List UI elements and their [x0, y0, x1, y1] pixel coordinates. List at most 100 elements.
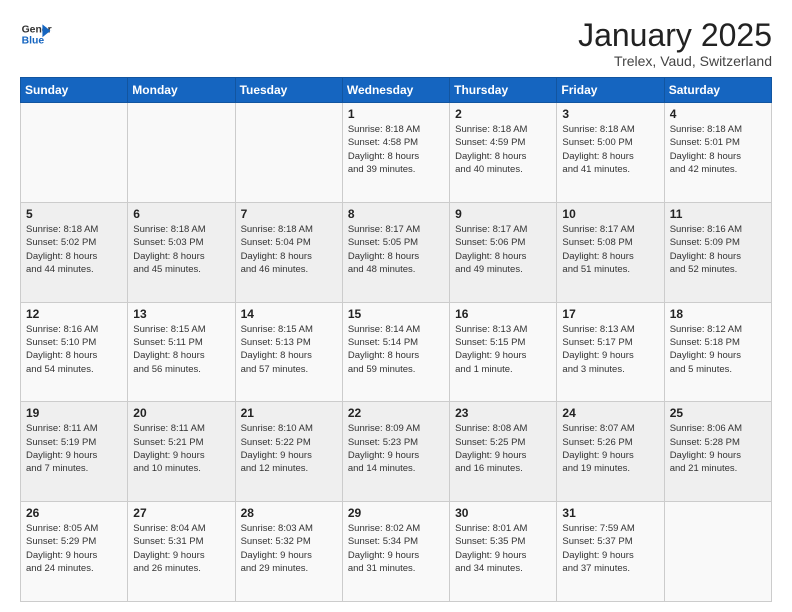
- day-info: Sunrise: 8:18 AM Sunset: 5:03 PM Dayligh…: [133, 223, 229, 276]
- table-row: 19 Sunrise: 8:11 AM Sunset: 5:19 PM Dayli…: [21, 402, 128, 502]
- day-number: 14: [241, 307, 337, 321]
- day-number: 31: [562, 506, 658, 520]
- calendar-subtitle: Trelex, Vaud, Switzerland: [578, 53, 772, 69]
- day-info: Sunrise: 8:02 AM Sunset: 5:34 PM Dayligh…: [348, 522, 444, 575]
- day-number: 5: [26, 207, 122, 221]
- page: General Blue January 2025 Trelex, Vaud, …: [0, 0, 792, 612]
- calendar-week-row: 19 Sunrise: 8:11 AM Sunset: 5:19 PM Dayli…: [21, 402, 772, 502]
- table-row: 15 Sunrise: 8:14 AM Sunset: 5:14 PM Dayli…: [342, 302, 449, 402]
- table-row: 23Sunrise: 8:08 AM Sunset: 5:25 PM Dayli…: [450, 402, 557, 502]
- header: General Blue January 2025 Trelex, Vaud, …: [20, 18, 772, 69]
- col-saturday: Saturday: [664, 78, 771, 103]
- table-row: 25Sunrise: 8:06 AM Sunset: 5:28 PM Dayli…: [664, 402, 771, 502]
- logo: General Blue: [20, 18, 52, 50]
- day-number: 9: [455, 207, 551, 221]
- day-number: 4: [670, 107, 766, 121]
- day-info: Sunrise: 8:07 AM Sunset: 5:26 PM Dayligh…: [562, 422, 658, 475]
- day-info: Sunrise: 8:13 AM Sunset: 5:17 PM Dayligh…: [562, 323, 658, 376]
- day-number: 7: [241, 207, 337, 221]
- day-info: Sunrise: 7:59 AM Sunset: 5:37 PM Dayligh…: [562, 522, 658, 575]
- day-number: 2: [455, 107, 551, 121]
- calendar-table: Sunday Monday Tuesday Wednesday Thursday…: [20, 77, 772, 602]
- col-friday: Friday: [557, 78, 664, 103]
- day-info: Sunrise: 8:13 AM Sunset: 5:15 PM Dayligh…: [455, 323, 551, 376]
- day-info: Sunrise: 8:17 AM Sunset: 5:05 PM Dayligh…: [348, 223, 444, 276]
- calendar-week-row: 26 Sunrise: 8:05 AM Sunset: 5:29 PM Dayli…: [21, 502, 772, 602]
- table-row: 4 Sunrise: 8:18 AM Sunset: 5:01 PM Daylig…: [664, 103, 771, 203]
- col-tuesday: Tuesday: [235, 78, 342, 103]
- day-info: Sunrise: 8:18 AM Sunset: 5:00 PM Dayligh…: [562, 123, 658, 176]
- table-row: 26 Sunrise: 8:05 AM Sunset: 5:29 PM Dayli…: [21, 502, 128, 602]
- table-row: 3Sunrise: 8:18 AM Sunset: 5:00 PM Daylig…: [557, 103, 664, 203]
- table-row: 22 Sunrise: 8:09 AM Sunset: 5:23 PM Dayli…: [342, 402, 449, 502]
- table-row: 31 Sunrise: 7:59 AM Sunset: 5:37 PM Dayli…: [557, 502, 664, 602]
- day-info: Sunrise: 8:10 AM Sunset: 5:22 PM Dayligh…: [241, 422, 337, 475]
- day-number: 27: [133, 506, 229, 520]
- table-row: [21, 103, 128, 203]
- table-row: 24 Sunrise: 8:07 AM Sunset: 5:26 PM Dayli…: [557, 402, 664, 502]
- svg-text:Blue: Blue: [22, 36, 45, 47]
- day-info: Sunrise: 8:08 AM Sunset: 5:25 PM Dayligh…: [455, 422, 551, 475]
- table-row: 20Sunrise: 8:11 AM Sunset: 5:21 PM Dayli…: [128, 402, 235, 502]
- day-number: 21: [241, 406, 337, 420]
- day-number: 24: [562, 406, 658, 420]
- table-row: [128, 103, 235, 203]
- table-row: 8 Sunrise: 8:17 AM Sunset: 5:05 PM Daylig…: [342, 202, 449, 302]
- day-info: Sunrise: 8:12 AM Sunset: 5:18 PM Dayligh…: [670, 323, 766, 376]
- day-info: Sunrise: 8:11 AM Sunset: 5:21 PM Dayligh…: [133, 422, 229, 475]
- table-row: 16 Sunrise: 8:13 AM Sunset: 5:15 PM Dayli…: [450, 302, 557, 402]
- col-sunday: Sunday: [21, 78, 128, 103]
- table-row: 11Sunrise: 8:16 AM Sunset: 5:09 PM Dayli…: [664, 202, 771, 302]
- day-number: 28: [241, 506, 337, 520]
- day-info: Sunrise: 8:18 AM Sunset: 5:01 PM Dayligh…: [670, 123, 766, 176]
- table-row: 10Sunrise: 8:17 AM Sunset: 5:08 PM Dayli…: [557, 202, 664, 302]
- day-number: 1: [348, 107, 444, 121]
- day-info: Sunrise: 8:04 AM Sunset: 5:31 PM Dayligh…: [133, 522, 229, 575]
- day-number: 8: [348, 207, 444, 221]
- table-row: 18 Sunrise: 8:12 AM Sunset: 5:18 PM Dayli…: [664, 302, 771, 402]
- day-info: Sunrise: 8:18 AM Sunset: 5:02 PM Dayligh…: [26, 223, 122, 276]
- table-row: 5 Sunrise: 8:18 AM Sunset: 5:02 PM Daylig…: [21, 202, 128, 302]
- table-row: 14 Sunrise: 8:15 AM Sunset: 5:13 PM Dayli…: [235, 302, 342, 402]
- table-row: 29Sunrise: 8:02 AM Sunset: 5:34 PM Dayli…: [342, 502, 449, 602]
- day-info: Sunrise: 8:16 AM Sunset: 5:10 PM Dayligh…: [26, 323, 122, 376]
- day-info: Sunrise: 8:14 AM Sunset: 5:14 PM Dayligh…: [348, 323, 444, 376]
- day-info: Sunrise: 8:18 AM Sunset: 4:59 PM Dayligh…: [455, 123, 551, 176]
- calendar-week-row: 5 Sunrise: 8:18 AM Sunset: 5:02 PM Daylig…: [21, 202, 772, 302]
- day-info: Sunrise: 8:15 AM Sunset: 5:13 PM Dayligh…: [241, 323, 337, 376]
- day-info: Sunrise: 8:09 AM Sunset: 5:23 PM Dayligh…: [348, 422, 444, 475]
- col-monday: Monday: [128, 78, 235, 103]
- day-number: 16: [455, 307, 551, 321]
- table-row: [235, 103, 342, 203]
- day-number: 22: [348, 406, 444, 420]
- calendar-title: January 2025: [578, 18, 772, 53]
- table-row: 2 Sunrise: 8:18 AM Sunset: 4:59 PM Daylig…: [450, 103, 557, 203]
- day-info: Sunrise: 8:17 AM Sunset: 5:06 PM Dayligh…: [455, 223, 551, 276]
- table-row: 27 Sunrise: 8:04 AM Sunset: 5:31 PM Dayli…: [128, 502, 235, 602]
- table-row: 12 Sunrise: 8:16 AM Sunset: 5:10 PM Dayli…: [21, 302, 128, 402]
- table-row: 7Sunrise: 8:18 AM Sunset: 5:04 PM Daylig…: [235, 202, 342, 302]
- table-row: 30Sunrise: 8:01 AM Sunset: 5:35 PM Dayli…: [450, 502, 557, 602]
- day-info: Sunrise: 8:17 AM Sunset: 5:08 PM Dayligh…: [562, 223, 658, 276]
- day-number: 19: [26, 406, 122, 420]
- day-number: 13: [133, 307, 229, 321]
- day-number: 26: [26, 506, 122, 520]
- day-number: 15: [348, 307, 444, 321]
- table-row: 13 Sunrise: 8:15 AM Sunset: 5:11 PM Dayli…: [128, 302, 235, 402]
- title-block: January 2025 Trelex, Vaud, Switzerland: [578, 18, 772, 69]
- day-number: 18: [670, 307, 766, 321]
- calendar-header-row: Sunday Monday Tuesday Wednesday Thursday…: [21, 78, 772, 103]
- day-number: 17: [562, 307, 658, 321]
- col-thursday: Thursday: [450, 78, 557, 103]
- table-row: 6Sunrise: 8:18 AM Sunset: 5:03 PM Daylig…: [128, 202, 235, 302]
- day-info: Sunrise: 8:11 AM Sunset: 5:19 PM Dayligh…: [26, 422, 122, 475]
- logo-icon: General Blue: [20, 18, 52, 50]
- day-info: Sunrise: 8:15 AM Sunset: 5:11 PM Dayligh…: [133, 323, 229, 376]
- day-number: 12: [26, 307, 122, 321]
- day-info: Sunrise: 8:18 AM Sunset: 4:58 PM Dayligh…: [348, 123, 444, 176]
- calendar-week-row: 1 Sunrise: 8:18 AM Sunset: 4:58 PM Daylig…: [21, 103, 772, 203]
- table-row: 21 Sunrise: 8:10 AM Sunset: 5:22 PM Dayli…: [235, 402, 342, 502]
- day-number: 11: [670, 207, 766, 221]
- col-wednesday: Wednesday: [342, 78, 449, 103]
- day-info: Sunrise: 8:05 AM Sunset: 5:29 PM Dayligh…: [26, 522, 122, 575]
